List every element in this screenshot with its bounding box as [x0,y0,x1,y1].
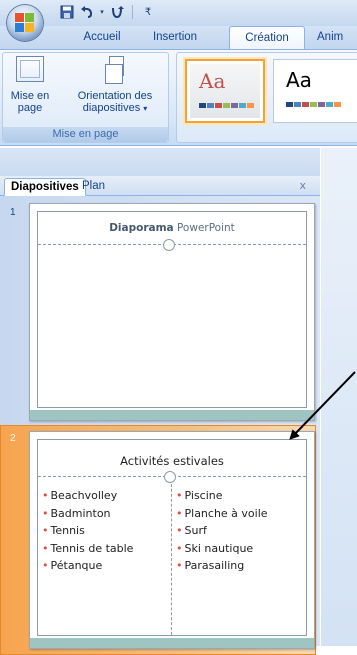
list-item: Badminton [42,505,133,523]
list-item: Tennis [42,522,133,540]
slide-title: Diaporama PowerPoint [109,222,235,234]
theme-color-swatches [199,103,254,108]
ribbon: Mise en page Orientation des diapositive… [0,49,357,146]
list-item: Parasailing [176,557,268,575]
list-item: Surf [176,522,268,540]
theme-thumbnail-selected[interactable]: Aa [185,59,265,123]
list-item: Beachvolley [42,487,133,505]
slide-thumbnail-2[interactable]: Activités estivales Beachvolley Badminto… [29,431,315,649]
slide-orientation-button[interactable]: Orientation des diapositives ▾ [63,56,167,115]
slide-footer-band [30,410,314,420]
tab-creation[interactable]: Création [229,26,305,49]
right-bullet-list: Piscine Planche à voile Surf Ski nautiqu… [176,487,268,575]
slide-number: 1 [10,207,16,218]
list-item: Planche à voile [176,505,268,523]
orientation-label-line1: Orientation des [77,90,153,102]
page-setup-group: Mise en page Orientation des diapositive… [2,52,169,143]
theme-thumbnail[interactable]: Aa [273,59,357,123]
orientation-icon [104,56,126,84]
theme-color-swatches [286,102,341,107]
chevron-down-icon: ▾ [143,104,148,113]
slides-pane: Diapositives Plan x 1 Diaporama PowerPoi… [0,148,320,655]
left-bullet-list: Beachvolley Badminton Tennis Tennis de t… [42,487,134,575]
group-label-page-setup: Mise en page [3,127,168,142]
theme-sample-text: Aa [199,69,226,93]
list-item: Ski nautique [176,540,268,558]
slide-editing-area[interactable] [321,148,357,646]
customize-toolbar-icon[interactable]: ₹ [139,3,157,21]
slide-thumbnail-1[interactable]: Diaporama PowerPoint [29,203,315,421]
title-bar: ▾ ₹ [0,0,357,26]
orientation-label-line2: diapositives [82,102,141,114]
undo-icon[interactable] [78,3,96,21]
theme-sample-text: Aa [286,68,312,92]
ribbon-tab-row: Accueil Insertion Création Anim [0,26,357,49]
close-icon[interactable]: x [299,179,306,192]
list-item: Pétanque [42,557,133,575]
tab-insertion[interactable]: Insertion [145,26,205,49]
tab-slides[interactable]: Diapositives [4,178,86,196]
tab-animations[interactable]: Anim [317,26,357,49]
redo-icon[interactable] [108,3,126,21]
office-button[interactable] [7,5,43,41]
slide-thumbnails: 1 Diaporama PowerPoint 2 Activités estiv… [0,196,320,655]
slide-title: Activités estivales [120,454,224,468]
tab-accueil[interactable]: Accueil [74,26,130,49]
page-setup-button[interactable]: Mise en page [4,56,56,114]
list-item: Tennis de table [42,540,134,558]
tab-outline[interactable]: Plan [76,178,111,196]
themes-group: Aa Aa [176,52,357,143]
page-setup-icon [16,56,44,82]
undo-dropdown-icon[interactable]: ▾ [98,3,106,21]
quick-access-toolbar: ▾ ₹ [58,2,157,22]
save-icon[interactable] [58,3,76,21]
slide-frame: Diaporama PowerPoint [37,211,307,408]
list-item: Piscine [176,487,268,505]
office-logo-icon [15,13,35,33]
slide-number: 2 [10,433,16,444]
slide-footer-band [30,638,314,648]
toolbar-separator [132,5,133,19]
page-setup-label-line1: Mise en [10,90,50,102]
slide-frame: Activités estivales Beachvolley Badminto… [37,439,307,636]
page-setup-label-line2: page [17,102,43,114]
pane-tabs: Diapositives Plan x [0,176,320,196]
